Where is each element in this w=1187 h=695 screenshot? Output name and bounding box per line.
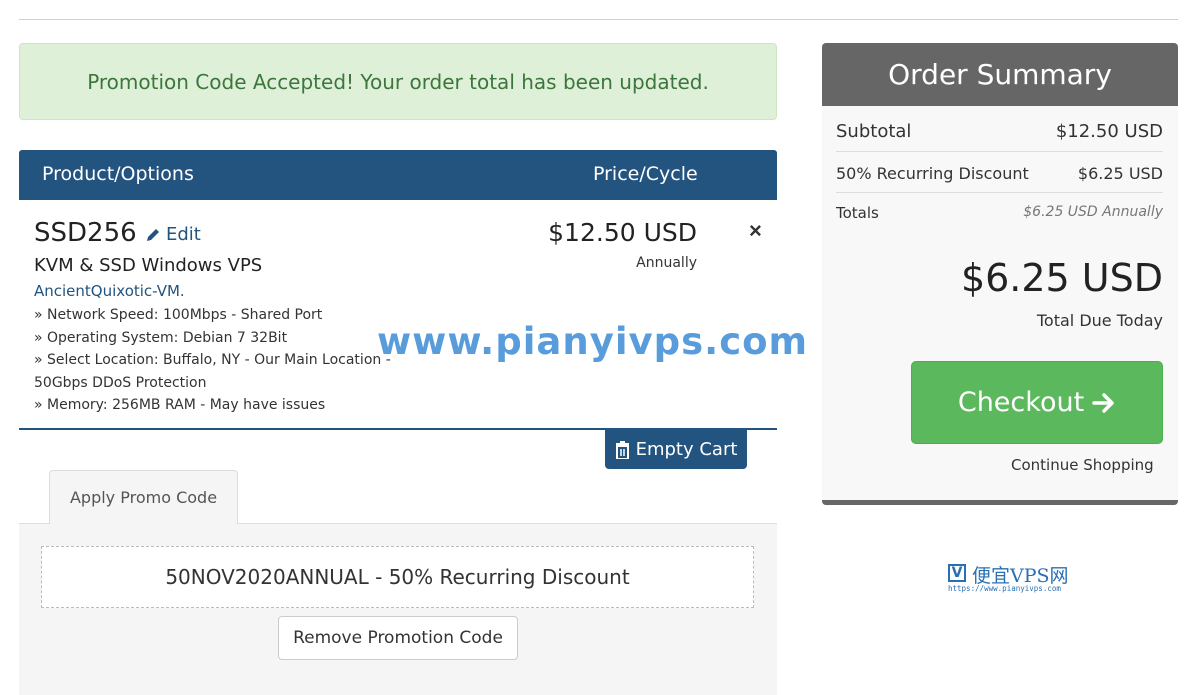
totals-row: Totals $6.25 USD Annually <box>836 204 1163 222</box>
subtotal-row: Subtotal $12.50 USD <box>836 121 1163 152</box>
cart-item: SSD256 Edit KVM & SSD Windows VPS Ancien… <box>19 200 777 430</box>
order-summary: Order Summary Subtotal $12.50 USD 50% Re… <box>822 43 1178 505</box>
remove-promo-button[interactable]: Remove Promotion Code <box>278 616 518 660</box>
continue-shopping-link[interactable]: Continue Shopping <box>1011 456 1154 474</box>
config-options: Network Speed: 100Mbps - Shared Port Ope… <box>34 304 404 417</box>
discount-row: 50% Recurring Discount $6.25 USD <box>836 164 1163 193</box>
header-product: Product/Options <box>42 163 194 185</box>
product-price: $12.50 USD <box>548 218 697 247</box>
edit-label: Edit <box>166 224 201 245</box>
config-option: Operating System: Debian 7 32Bit <box>34 327 404 350</box>
promo-success-alert: Promotion Code Accepted! Your order tota… <box>19 43 777 120</box>
applied-promo-code: 50NOV2020ANNUAL - 50% Recurring Discount <box>41 546 754 608</box>
top-divider <box>19 19 1178 20</box>
header-price: Price/Cycle <box>593 163 698 185</box>
config-option: Memory: 256MB RAM - May have issues <box>34 394 404 417</box>
discount-label: 50% Recurring Discount <box>836 164 1029 183</box>
subtotal-label: Subtotal <box>836 121 912 142</box>
total-due-label: Total Due Today <box>1036 311 1163 330</box>
summary-title: Order Summary <box>822 43 1178 106</box>
trash-icon <box>615 440 629 459</box>
totals-label: Totals <box>836 204 879 222</box>
arrow-right-icon <box>1092 392 1114 413</box>
empty-cart-button[interactable]: Empty Cart <box>605 430 747 469</box>
pencil-icon <box>147 228 159 241</box>
edit-link[interactable]: Edit <box>145 224 201 245</box>
subtotal-value: $12.50 USD <box>1055 121 1163 142</box>
tab-apply-promo[interactable]: Apply Promo Code <box>49 470 238 524</box>
billing-cycle: Annually <box>636 255 697 271</box>
close-icon[interactable]: × <box>749 218 762 244</box>
site-logo: V 便宜VPS网 https://www.pianyivps.com <box>948 562 1088 596</box>
product-domain: AncientQuixotic-VM. <box>34 282 185 300</box>
totals-value: $6.25 USD Annually <box>1023 204 1163 220</box>
discount-value: $6.25 USD <box>1077 164 1163 183</box>
config-option: Network Speed: 100Mbps - Shared Port <box>34 304 404 327</box>
logo-url: https://www.pianyivps.com <box>948 584 1061 593</box>
empty-cart-label: Empty Cart <box>635 439 738 460</box>
watermark: www.pianyivps.com <box>377 320 809 363</box>
product-name: SSD256 <box>34 218 137 248</box>
alert-message: Promotion Code Accepted! Your order tota… <box>87 69 709 94</box>
logo-mark: V <box>948 564 966 582</box>
checkout-label: Checkout <box>957 387 1085 418</box>
cart-table-header: Product/Options Price/Cycle <box>19 150 777 200</box>
config-option: Select Location: Buffalo, NY - Our Main … <box>34 349 404 394</box>
product-group: KVM & SSD Windows VPS <box>34 255 263 276</box>
checkout-button[interactable]: Checkout <box>911 361 1163 444</box>
total-due-amount: $6.25 USD <box>960 256 1163 300</box>
